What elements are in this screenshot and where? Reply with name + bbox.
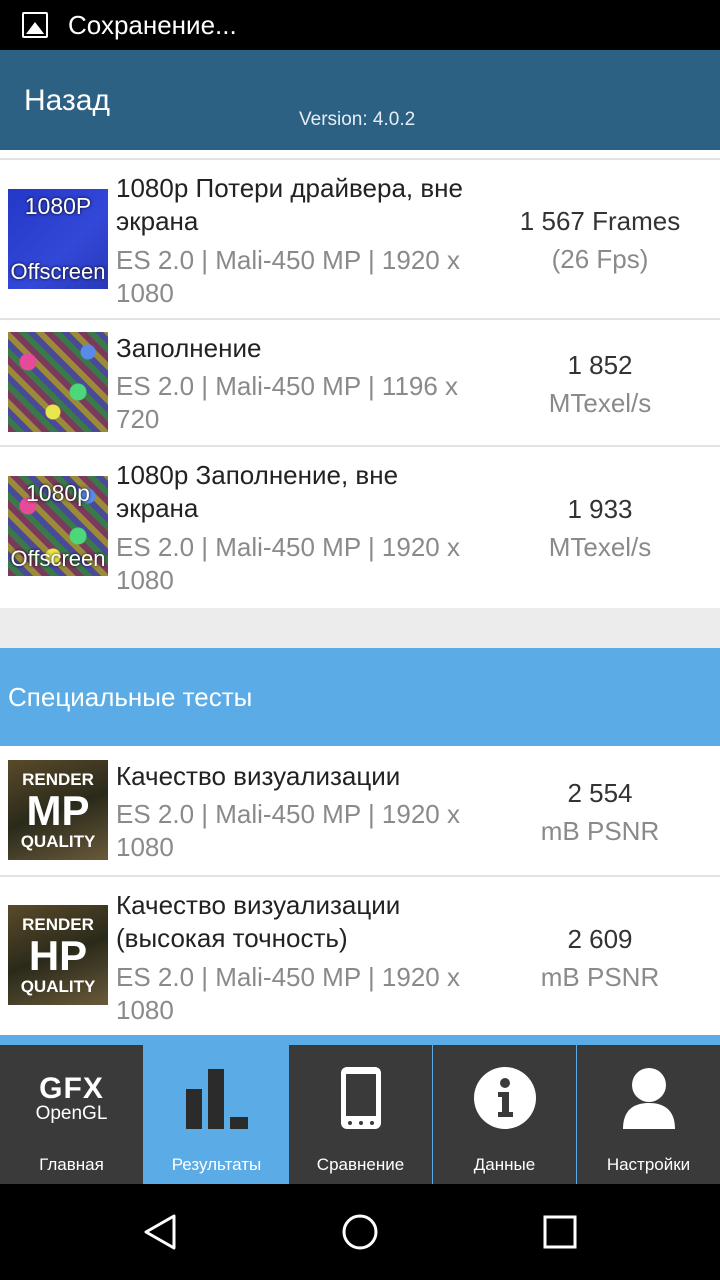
test-result: 1 567 Frames (26 Fps) — [480, 202, 720, 278]
result-unit: MTexel/s — [548, 532, 652, 562]
tab-label: Главная — [39, 1155, 104, 1174]
test-title: Заполнение — [116, 333, 262, 363]
test-row[interactable]: RENDER MP QUALITY Качество визуализации … — [0, 746, 720, 876]
result-unit: (26 Fps) — [551, 244, 649, 274]
test-result: 1 933 MTexel/s — [480, 490, 720, 566]
section-header-special: Специальные тесты — [0, 648, 720, 746]
gfx-opengl-logo-icon: GFX OpenGL — [35, 1071, 108, 1124]
version-label: Version: 4.0.2 — [299, 109, 416, 130]
result-value: 2 609 — [567, 924, 633, 954]
phone-icon — [339, 1053, 383, 1143]
tab-label: Настройки — [606, 1155, 691, 1174]
status-bar: Сохранение... — [0, 0, 720, 50]
test-result: 1 852 MTexel/s — [480, 346, 720, 422]
test-subtitle: ES 2.0 | Mali-450 MP | 1920 x 1080 — [116, 532, 460, 595]
result-value: 1 567 Frames — [519, 206, 681, 236]
user-icon — [621, 1053, 677, 1143]
section-gap — [0, 608, 720, 648]
result-value: 1 933 — [567, 494, 633, 524]
test-result: 2 554 mB PSNR — [480, 774, 720, 850]
test-row[interactable]: 1080P Offscreen 1080p Потери драйвера, в… — [0, 158, 720, 320]
test-row[interactable]: 1080p Offscreen 1080p Заполнение, вне эк… — [0, 445, 720, 608]
tab-label: Результаты — [171, 1155, 262, 1174]
test-subtitle: ES 2.0 | Mali-450 MP | 1920 x 1080 — [116, 245, 460, 308]
test-result: 2 609 mB PSNR — [480, 920, 720, 996]
result-value: 1 852 — [567, 350, 633, 380]
test-title: 1080p Потери драйвера, вне экрана — [116, 173, 463, 236]
bottom-tab-bar: GFX OpenGL Главная Результаты Сравнение … — [0, 1035, 720, 1184]
tab-label: Данные — [473, 1155, 536, 1174]
tab-compare[interactable]: Сравнение — [289, 1045, 432, 1184]
test-subtitle: ES 2.0 | Mali-450 MP | 1920 x 1080 — [116, 799, 460, 862]
test-title: Качество визуализации — [116, 761, 401, 791]
test-thumbnail: 1080P Offscreen — [8, 189, 108, 289]
test-thumbnail: RENDER MP QUALITY — [8, 760, 108, 860]
test-title: Качество визуализации (высокая точность) — [116, 890, 401, 953]
tab-label: Сравнение — [316, 1155, 405, 1174]
tab-settings[interactable]: Настройки — [577, 1045, 720, 1184]
bar-chart-icon — [184, 1053, 250, 1143]
result-unit: mB PSNR — [540, 816, 660, 846]
recents-nav-icon[interactable] — [543, 1215, 577, 1249]
back-button[interactable]: Назад — [24, 84, 110, 118]
tab-results[interactable]: Результаты — [145, 1045, 288, 1184]
result-value: 2 554 — [567, 778, 633, 808]
test-row[interactable]: Заполнение ES 2.0 | Mali-450 MP | 1196 x… — [0, 318, 720, 446]
info-icon — [473, 1053, 537, 1143]
back-nav-icon[interactable] — [140, 1212, 180, 1252]
test-thumbnail: 1080p Offscreen — [8, 476, 108, 576]
test-thumbnail — [8, 332, 108, 432]
results-list[interactable]: 1080P Offscreen 1080p Потери драйвера, в… — [0, 150, 720, 1043]
test-title: 1080p Заполнение, вне экрана — [116, 460, 399, 523]
test-subtitle: ES 2.0 | Mali-450 MP | 1196 x 720 — [116, 371, 459, 434]
image-notification-icon — [22, 12, 48, 38]
status-text: Сохранение... — [68, 9, 237, 40]
test-subtitle: ES 2.0 | Mali-450 MP | 1920 x 1080 — [116, 962, 460, 1025]
tab-info[interactable]: Данные — [433, 1045, 576, 1184]
home-nav-icon[interactable] — [341, 1213, 379, 1251]
test-row[interactable]: RENDER HP QUALITY Качество визуализации … — [0, 875, 720, 1043]
result-unit: mB PSNR — [540, 962, 660, 992]
tab-home[interactable]: GFX OpenGL Главная — [0, 1045, 143, 1184]
system-nav-bar — [0, 1184, 720, 1280]
app-header: Назад Version: 4.0.2 — [0, 50, 720, 150]
test-thumbnail: RENDER HP QUALITY — [8, 905, 108, 1005]
result-unit: MTexel/s — [548, 388, 652, 418]
